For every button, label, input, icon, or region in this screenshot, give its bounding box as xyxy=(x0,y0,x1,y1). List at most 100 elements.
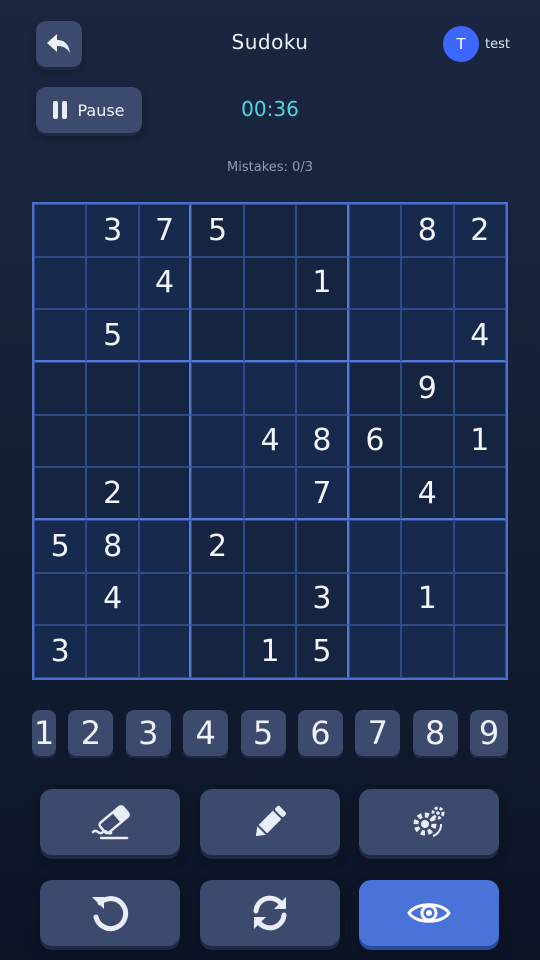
board-cell[interactable] xyxy=(138,520,192,573)
board-cell[interactable]: 4 xyxy=(453,309,506,362)
board-cell[interactable] xyxy=(348,362,402,415)
board-cell[interactable] xyxy=(191,414,244,468)
board-cell[interactable] xyxy=(138,309,192,362)
board-cell[interactable] xyxy=(34,309,87,362)
board-cell[interactable] xyxy=(86,256,139,310)
board-cell[interactable] xyxy=(348,467,402,520)
number-button-5[interactable]: 5 xyxy=(240,710,286,756)
board-cell[interactable] xyxy=(34,362,87,415)
board-cell[interactable]: 8 xyxy=(296,414,349,468)
settings-button[interactable] xyxy=(359,789,499,855)
board-cell[interactable]: 1 xyxy=(243,625,297,678)
erase-button[interactable] xyxy=(40,789,180,855)
board-cell[interactable] xyxy=(34,256,87,310)
board-cell[interactable] xyxy=(348,572,402,626)
board-cell[interactable] xyxy=(453,467,506,520)
board-cell[interactable] xyxy=(191,625,244,678)
board-cell[interactable] xyxy=(34,572,87,626)
board-cell[interactable]: 5 xyxy=(86,309,139,362)
board-cell[interactable] xyxy=(401,309,454,362)
board-cell[interactable]: 5 xyxy=(296,625,349,678)
pause-label: Pause xyxy=(77,100,125,120)
board-cell[interactable]: 1 xyxy=(401,572,454,626)
board-cell[interactable]: 3 xyxy=(86,204,139,257)
board-cell[interactable]: 2 xyxy=(453,204,506,257)
board-cell[interactable] xyxy=(86,625,139,678)
number-button-6[interactable]: 6 xyxy=(297,710,343,756)
board-cell[interactable]: 4 xyxy=(138,256,192,310)
number-button-2[interactable]: 2 xyxy=(68,710,114,756)
board-cell[interactable]: 1 xyxy=(453,414,506,468)
board-cell[interactable] xyxy=(138,572,192,626)
board-cell[interactable] xyxy=(138,467,192,520)
board-cell[interactable] xyxy=(453,625,506,678)
board-cell[interactable] xyxy=(348,204,402,257)
board-cell[interactable]: 5 xyxy=(191,204,244,257)
board-cell[interactable] xyxy=(296,309,349,362)
board-cell[interactable]: 3 xyxy=(34,625,87,678)
reveal-button[interactable] xyxy=(359,880,499,946)
board-cell[interactable] xyxy=(243,572,297,626)
board-cell[interactable] xyxy=(138,414,192,468)
number-button-7[interactable]: 7 xyxy=(355,710,401,756)
board-cell[interactable]: 6 xyxy=(348,414,402,468)
board-cell[interactable] xyxy=(401,520,454,573)
board-cell[interactable] xyxy=(243,467,297,520)
restart-button[interactable] xyxy=(200,880,340,946)
pause-button[interactable]: Pause xyxy=(36,87,142,133)
board-cell[interactable]: 8 xyxy=(86,520,139,573)
board-cell[interactable] xyxy=(453,520,506,573)
board-cell[interactable] xyxy=(348,625,402,678)
board-cell[interactable]: 7 xyxy=(138,204,192,257)
board-cell[interactable] xyxy=(138,625,192,678)
board-cell[interactable] xyxy=(296,520,349,573)
board-cell[interactable] xyxy=(86,362,139,415)
board-cell[interactable]: 2 xyxy=(191,520,244,573)
board-cell[interactable]: 2 xyxy=(86,467,139,520)
board-cell[interactable]: 7 xyxy=(296,467,349,520)
board-cell[interactable] xyxy=(348,309,402,362)
board-cell[interactable] xyxy=(296,362,349,415)
board-cell[interactable]: 5 xyxy=(34,520,87,573)
number-button-4[interactable]: 4 xyxy=(183,710,229,756)
board-cell[interactable] xyxy=(191,467,244,520)
board-cell[interactable]: 4 xyxy=(401,467,454,520)
board-cell[interactable] xyxy=(243,362,297,415)
board-cell[interactable] xyxy=(453,362,506,415)
board-cell[interactable] xyxy=(348,520,402,573)
board-cell[interactable] xyxy=(243,204,297,257)
board-cell[interactable]: 9 xyxy=(401,362,454,415)
board-cell[interactable] xyxy=(34,414,87,468)
board-cell[interactable] xyxy=(243,309,297,362)
board-cell[interactable] xyxy=(453,572,506,626)
board-cell[interactable] xyxy=(191,362,244,415)
board-cell[interactable] xyxy=(453,256,506,310)
board-cell[interactable] xyxy=(34,204,87,257)
user-profile[interactable]: T test xyxy=(443,26,510,62)
board-cell[interactable]: 1 xyxy=(296,256,349,310)
board-cell[interactable] xyxy=(296,204,349,257)
notes-button[interactable] xyxy=(200,789,340,855)
board-cell[interactable] xyxy=(191,572,244,626)
board-cell[interactable]: 3 xyxy=(296,572,349,626)
avatar: T xyxy=(443,26,480,62)
board-cell[interactable]: 8 xyxy=(401,204,454,257)
board-cell[interactable] xyxy=(348,256,402,310)
board-cell[interactable] xyxy=(191,309,244,362)
board-cell[interactable] xyxy=(243,520,297,573)
board-cell[interactable]: 4 xyxy=(86,572,139,626)
board-cell[interactable] xyxy=(86,414,139,468)
board-cell[interactable]: 4 xyxy=(243,414,297,468)
number-button-9[interactable]: 9 xyxy=(470,710,508,756)
number-button-1[interactable]: 1 xyxy=(32,710,56,756)
number-button-8[interactable]: 8 xyxy=(412,710,458,756)
board-cell[interactable] xyxy=(401,256,454,310)
board-cell[interactable] xyxy=(138,362,192,415)
board-cell[interactable] xyxy=(401,414,454,468)
number-button-3[interactable]: 3 xyxy=(125,710,171,756)
board-cell[interactable] xyxy=(243,256,297,310)
board-cell[interactable] xyxy=(191,256,244,310)
board-cell[interactable] xyxy=(401,625,454,678)
board-cell[interactable] xyxy=(34,467,87,520)
undo-button[interactable] xyxy=(40,880,180,946)
